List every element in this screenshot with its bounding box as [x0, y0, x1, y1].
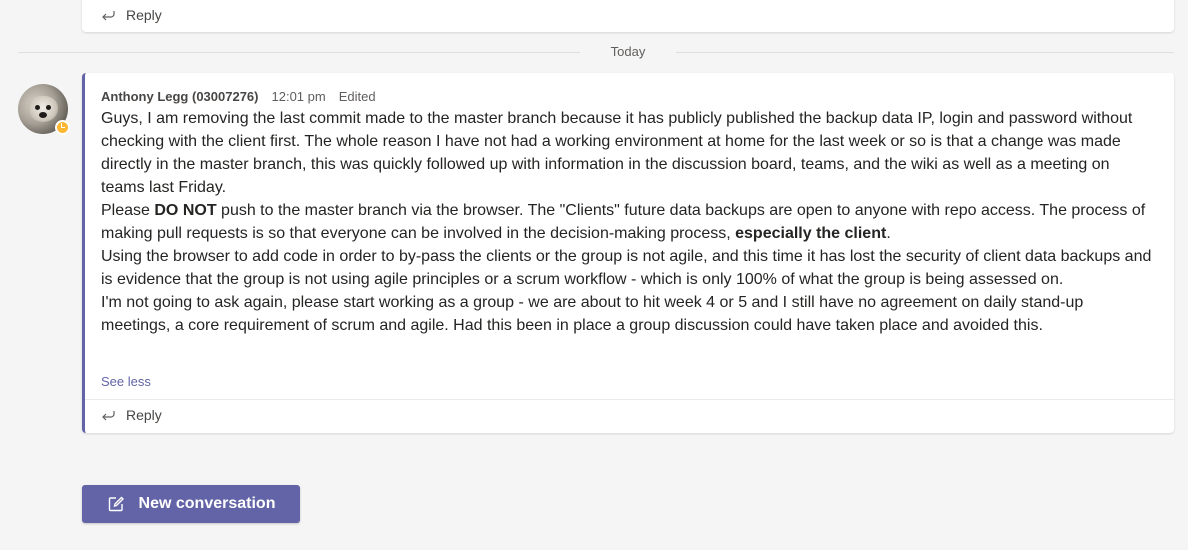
avatar-eye	[35, 105, 40, 110]
see-less-link[interactable]: See less	[101, 374, 151, 389]
message-paragraph: Guys, I am removing the last commit made…	[101, 107, 1157, 199]
new-conversation-label: New conversation	[138, 495, 276, 512]
divider-label: Today	[610, 44, 646, 59]
message-time: 12:01 pm	[271, 89, 326, 104]
reply-arrow-icon	[102, 411, 115, 421]
edited-label: Edited	[338, 89, 376, 104]
message-header: Anthony Legg (03007276) 12:01 pm Edited	[101, 89, 376, 104]
divider-line-left	[18, 52, 580, 53]
message-paragraph: Please DO NOT push to the master branch …	[101, 199, 1157, 245]
reply-arrow-icon	[102, 11, 115, 21]
message-text: Guys, I am removing the last commit made…	[101, 110, 1133, 196]
message-paragraph: I'm not going to ask again, please start…	[101, 291, 1157, 337]
message-paragraph: Using the browser to add code in order t…	[101, 245, 1157, 291]
bold-text: especially the client	[735, 225, 887, 242]
card-separator	[85, 399, 1174, 400]
presence-away-icon	[55, 120, 70, 135]
message-text: push to the master branch via the browse…	[101, 202, 1146, 242]
compose-icon	[108, 496, 124, 512]
new-conversation-button[interactable]: New conversation	[82, 485, 300, 523]
reply-label: Reply	[126, 7, 162, 23]
previous-message-card: Reply	[82, 0, 1174, 32]
reply-button[interactable]: Reply	[100, 407, 162, 423]
message-text: Please	[101, 202, 155, 219]
author-name[interactable]: Anthony Legg (03007276)	[101, 89, 259, 104]
avatar-face	[28, 96, 58, 122]
bold-text: DO NOT	[154, 202, 217, 219]
message-body: Guys, I am removing the last commit made…	[101, 107, 1157, 337]
reply-label: Reply	[126, 407, 162, 423]
message-text: Using the browser to add code in order t…	[101, 248, 1152, 288]
avatar[interactable]	[18, 84, 70, 135]
avatar-nose	[39, 112, 47, 118]
reply-button-previous[interactable]: Reply	[100, 7, 162, 23]
avatar-eye	[46, 105, 51, 110]
divider-line-right	[676, 52, 1174, 53]
date-divider: Today	[18, 44, 1174, 59]
message-text: .	[886, 225, 891, 242]
message-text: I'm not going to ask again, please start…	[101, 294, 1084, 334]
message-card: Anthony Legg (03007276) 12:01 pm Edited …	[82, 73, 1174, 433]
